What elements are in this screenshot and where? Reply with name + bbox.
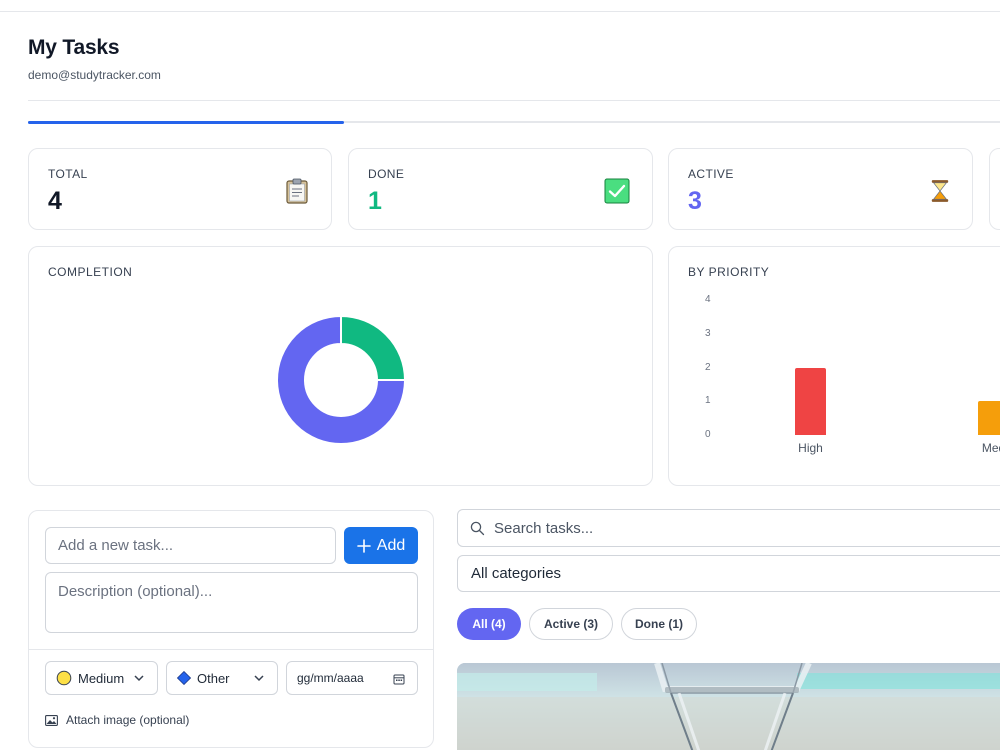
header-divider xyxy=(28,100,1000,101)
task-description-input[interactable]: Description (optional)... xyxy=(45,572,418,633)
tab-done[interactable]: Done (1) xyxy=(621,608,697,640)
image-icon xyxy=(45,714,58,726)
y-tick-label: 2 xyxy=(705,361,711,373)
calendar-icon[interactable] xyxy=(393,673,405,685)
y-tick-label: 3 xyxy=(705,327,711,339)
x-tick-label: High xyxy=(798,441,823,455)
search-input[interactable]: Search tasks... xyxy=(457,509,1000,547)
stat-card-active: ACTIVE 3 xyxy=(668,148,973,230)
category-select-value: Other xyxy=(197,670,230,686)
priority-select[interactable]: Medium xyxy=(45,661,158,695)
chevron-down-icon xyxy=(134,675,144,682)
priority-card: BY PRIORITY 4 3 2 1 0 High Med xyxy=(668,246,1000,486)
top-divider xyxy=(0,11,1000,12)
due-date-input[interactable]: gg/mm/aaaa xyxy=(286,661,418,695)
category-select[interactable]: Other xyxy=(166,661,278,695)
stat-card-partial xyxy=(989,148,1000,230)
completion-card: COMPLETION xyxy=(28,246,653,486)
clipboard-icon xyxy=(286,178,308,204)
tab-active[interactable]: Active (3) xyxy=(529,608,613,640)
due-date-placeholder: gg/mm/aaaa xyxy=(297,671,364,685)
glass-funnel-image xyxy=(457,663,1000,750)
new-task-card: Add a new task... Add Description (optio… xyxy=(28,510,434,748)
stat-label: DONE xyxy=(368,167,405,181)
stat-label: TOTAL xyxy=(48,167,88,181)
plus-icon xyxy=(356,538,371,553)
priority-bar-high xyxy=(795,367,826,435)
y-tick-label: 4 xyxy=(705,294,711,305)
priority-label: BY PRIORITY xyxy=(688,265,770,279)
category-filter-value: All categories xyxy=(471,565,562,582)
blue-diamond-icon xyxy=(177,671,191,685)
chevron-down-icon xyxy=(254,675,264,682)
stat-card-total: TOTAL 4 xyxy=(28,148,332,230)
priority-select-value: Medium xyxy=(78,670,125,686)
progress-track xyxy=(28,120,1000,124)
stat-value: 4 xyxy=(48,187,62,215)
completion-label: COMPLETION xyxy=(48,265,133,279)
search-placeholder: Search tasks... xyxy=(494,519,594,537)
yellow-circle-icon xyxy=(56,670,72,686)
task-title-input[interactable]: Add a new task... xyxy=(45,527,336,564)
y-tick-label: 1 xyxy=(705,395,711,407)
add-task-button[interactable]: Add xyxy=(344,527,418,564)
category-filter-select[interactable]: All categories xyxy=(457,555,1000,592)
stat-value: 1 xyxy=(368,187,382,215)
add-button-label: Add xyxy=(376,536,406,554)
priority-bar-med xyxy=(978,401,1000,435)
stat-value: 3 xyxy=(688,187,702,215)
donut-slice-done xyxy=(340,315,406,381)
task-image-preview[interactable] xyxy=(457,663,1000,750)
form-divider xyxy=(29,649,433,650)
user-email: demo@studytracker.com xyxy=(28,68,161,82)
attach-image-label: Attach image (optional) xyxy=(66,713,190,727)
attach-image-button[interactable]: Attach image (optional) xyxy=(45,713,189,727)
x-tick-label: Med xyxy=(981,441,1000,455)
stat-label: ACTIVE xyxy=(688,167,734,181)
check-box-icon xyxy=(604,178,630,204)
hourglass-icon xyxy=(931,180,949,202)
y-tick-label: 0 xyxy=(705,429,711,440)
page-title: My Tasks xyxy=(28,36,120,59)
stat-card-done: DONE 1 xyxy=(348,148,653,230)
tab-all[interactable]: All (4) xyxy=(457,608,521,640)
completion-donut-chart xyxy=(276,315,406,445)
progress-fill xyxy=(28,120,344,124)
search-icon xyxy=(470,521,485,536)
